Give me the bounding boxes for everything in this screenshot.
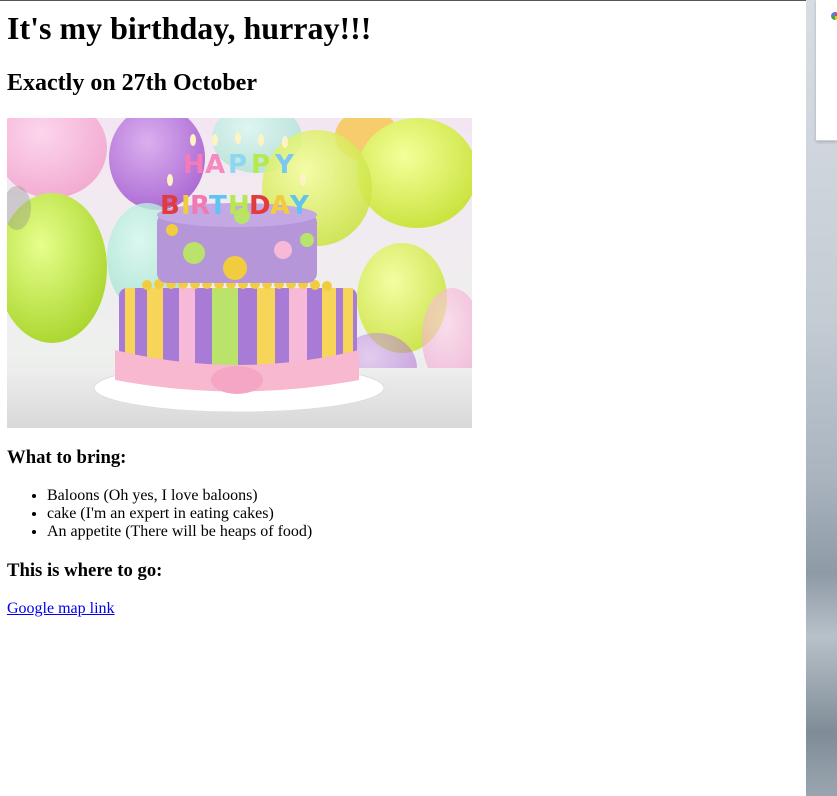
svg-text:A: A	[205, 150, 225, 180]
google-map-link[interactable]: Google map link	[7, 600, 115, 617]
svg-text:T: T	[209, 191, 227, 221]
page-title: It's my birthday, hurray!!!	[7, 10, 372, 46]
svg-text:H: H	[228, 191, 250, 221]
bring-list: Baloons (Oh yes, I love baloons) cake (I…	[7, 487, 799, 541]
svg-text:P: P	[228, 150, 247, 180]
location-heading: This is where to go:	[7, 560, 163, 581]
background-window-card	[816, 0, 837, 141]
svg-text:B: B	[160, 191, 180, 221]
svg-text:D: D	[249, 191, 271, 221]
google-logo-icon	[831, 12, 837, 20]
list-item: cake (I'm an expert in eating cakes)	[47, 505, 799, 523]
svg-text:P: P	[251, 150, 270, 180]
svg-text:H: H	[183, 150, 205, 180]
list-item: An appetite (There will be heaps of food…	[47, 523, 799, 541]
svg-text:Y: Y	[289, 191, 310, 221]
bring-heading: What to bring:	[7, 447, 127, 468]
map-paragraph: Google map link	[7, 600, 799, 618]
list-item: Baloons (Oh yes, I love baloons)	[47, 487, 799, 505]
svg-text:A: A	[270, 191, 290, 221]
svg-text:Y: Y	[274, 150, 295, 180]
document-body: It's my birthday, hurray!!! Exactly on 2…	[0, 10, 806, 618]
page-subtitle: Exactly on 27th October	[7, 70, 257, 96]
birthday-cake-image: H A P P Y B I R T H D A Y	[7, 118, 472, 428]
background-window-strip	[806, 0, 837, 796]
svg-text:R: R	[190, 191, 210, 221]
page-content-area: It's my birthday, hurray!!! Exactly on 2…	[0, 0, 806, 796]
